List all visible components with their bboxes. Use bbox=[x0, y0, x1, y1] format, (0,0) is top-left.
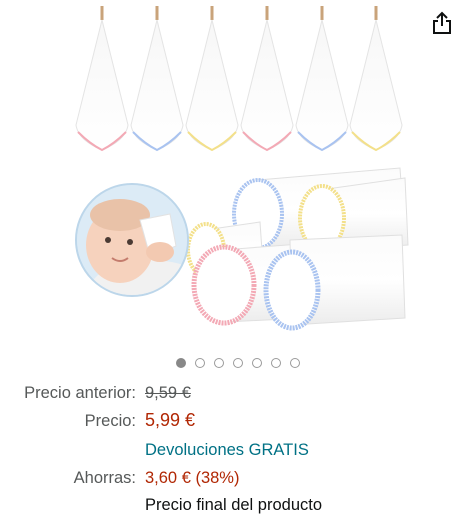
previous-price-label: Precio anterior: bbox=[24, 384, 136, 402]
price-value: 5,99 € bbox=[145, 410, 196, 430]
hanging-washcloths bbox=[75, 6, 403, 152]
previous-price-value: 9,59 € bbox=[145, 384, 191, 402]
carousel-dot-2[interactable] bbox=[194, 358, 205, 368]
price-label: Precio: bbox=[84, 412, 136, 430]
savings-value: 3,60 € (38%) bbox=[145, 469, 240, 487]
image-carousel-dots bbox=[0, 358, 475, 368]
final-price-text: Precio final del producto bbox=[145, 496, 323, 514]
product-image[interactable] bbox=[0, 0, 475, 350]
carousel-dot-4[interactable] bbox=[232, 358, 243, 368]
carousel-dot-6[interactable] bbox=[270, 358, 281, 368]
rolled-washcloths bbox=[186, 167, 409, 331]
carousel-dot-7[interactable] bbox=[289, 358, 300, 368]
savings-label: Ahorras: bbox=[73, 469, 136, 487]
share-button[interactable] bbox=[429, 10, 455, 36]
carousel-dot-1[interactable] bbox=[175, 358, 186, 368]
carousel-dot-3[interactable] bbox=[213, 358, 224, 368]
free-returns-link[interactable]: Devoluciones GRATIS bbox=[145, 440, 309, 460]
share-icon bbox=[433, 11, 451, 34]
carousel-dot-5[interactable] bbox=[251, 358, 262, 368]
